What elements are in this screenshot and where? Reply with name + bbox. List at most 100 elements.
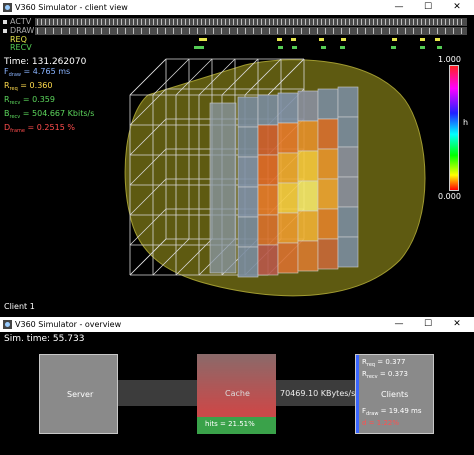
timeline-tick [93, 19, 94, 25]
timeline-tick [429, 28, 430, 34]
timeline-tick [437, 28, 438, 34]
block-cell [277, 242, 299, 274]
timeline-tick [81, 19, 82, 25]
timeline-tick [89, 19, 90, 25]
volume-viewport[interactable] [100, 55, 430, 300]
overview-window-title: V360 Simulator - overview [15, 320, 122, 329]
timeline-tick [301, 19, 302, 25]
clients-stat: Fdraw = 19.49 ms [362, 407, 422, 417]
timeline-tick [77, 19, 78, 25]
timeline-tick [93, 28, 94, 34]
req-timeline [35, 36, 467, 44]
block-cell [297, 150, 319, 182]
stat-rrecv: Rrecv = 0.359 [4, 95, 55, 106]
timeline-tick [109, 28, 110, 34]
stat-rreq: Rreq = 0.360 [4, 81, 53, 92]
close-icon[interactable]: ✕ [444, 0, 470, 15]
timeline-tick [333, 28, 334, 34]
timeline-tick [325, 28, 326, 34]
timeline-tick [257, 19, 258, 25]
timeline-tick [221, 19, 222, 25]
block-cell [277, 92, 299, 124]
block-cell [237, 156, 259, 188]
timeline-tick [289, 19, 290, 25]
cache-label: Cache [225, 389, 250, 398]
hits-label: hits = 21.51% [205, 420, 255, 428]
timeline-tick [341, 28, 342, 34]
timeline-tick [281, 19, 282, 25]
square-icon [3, 19, 7, 24]
timeline-tick [57, 19, 58, 25]
timeline-tick [369, 19, 370, 25]
close-icon[interactable]: ✕ [444, 317, 470, 332]
timeline-tick [197, 19, 198, 25]
block-cell [257, 214, 279, 246]
timeline-mark [437, 46, 443, 49]
timeline-tick [177, 19, 178, 25]
timeline-tick [133, 19, 134, 25]
timeline-tick [373, 19, 374, 25]
timeline-tick [185, 19, 186, 25]
clients-node[interactable]: Clients Rreq = 0.377 Rrecv = 0.373 Fdraw =… [355, 354, 434, 434]
timeline-tick [441, 19, 442, 25]
block-cell [297, 180, 319, 212]
timeline-tick [253, 19, 254, 25]
timeline-mark [320, 46, 326, 49]
timeline-tick [421, 28, 422, 34]
block-cell [337, 236, 359, 268]
minimize-icon[interactable]: — [386, 317, 412, 332]
timeline-tick [445, 19, 446, 25]
server-node[interactable]: Server [39, 354, 118, 434]
block-cell [297, 240, 319, 272]
timeline-tick [261, 19, 262, 25]
timeline-tick [189, 28, 190, 34]
timeline-tick [253, 28, 254, 34]
timeline-tick [237, 28, 238, 34]
timeline-tick [353, 19, 354, 25]
clients-stat: Rreq = 0.377 [362, 358, 406, 368]
timeline-tick [357, 19, 358, 25]
overview-title-bar[interactable]: V360 Simulator - overview — ☐ ✕ [0, 317, 474, 332]
timeline-tick [117, 19, 118, 25]
timeline-mark [391, 38, 397, 41]
server-label: Server [67, 390, 94, 399]
colorbar-max: 1.000 [438, 55, 461, 64]
maximize-icon[interactable]: ☐ [415, 0, 441, 15]
timeline-tick [97, 19, 98, 25]
timeline-tick [325, 19, 326, 25]
block-cell [337, 176, 359, 208]
cache-node[interactable]: Cache hits = 21.51% [197, 354, 276, 434]
timeline-tick [173, 19, 174, 25]
timeline-mark [277, 38, 283, 41]
timeline-tick [453, 28, 454, 34]
block-cell [237, 96, 259, 128]
timeline-tick [365, 19, 366, 25]
timeline-tick [453, 19, 454, 25]
client-title-bar[interactable]: V360 Simulator - client view — ☐ ✕ [0, 0, 474, 15]
minimize-icon[interactable]: — [386, 0, 412, 15]
timeline-tick [269, 28, 270, 34]
legend-label: RECV [10, 43, 32, 52]
timeline-tick [101, 28, 102, 34]
block-cell [277, 152, 299, 184]
block-cell [257, 244, 279, 276]
timeline-tick [277, 28, 278, 34]
timeline-tick [381, 28, 382, 34]
timeline-tick [209, 19, 210, 25]
block-cell [257, 154, 279, 186]
stat-dframe: Dframe = 0.2515 % [4, 123, 75, 134]
timeline-tick [317, 28, 318, 34]
timeline-tick [421, 19, 422, 25]
timeline-tick [233, 19, 234, 25]
block-cell [317, 208, 339, 240]
block-cell [337, 116, 359, 148]
cache-hits-bar: hits = 21.51% [197, 417, 276, 434]
maximize-icon[interactable]: ☐ [415, 317, 441, 332]
timeline-mark [419, 38, 425, 41]
time-readout: Time: 131.262070 [4, 57, 87, 67]
stat-fdraw: Fdraw = 4.765 ms [4, 67, 71, 78]
timeline-tick [397, 28, 398, 34]
timeline-tick [429, 19, 430, 25]
timeline-tick [309, 19, 310, 25]
timeline-tick [317, 19, 318, 25]
